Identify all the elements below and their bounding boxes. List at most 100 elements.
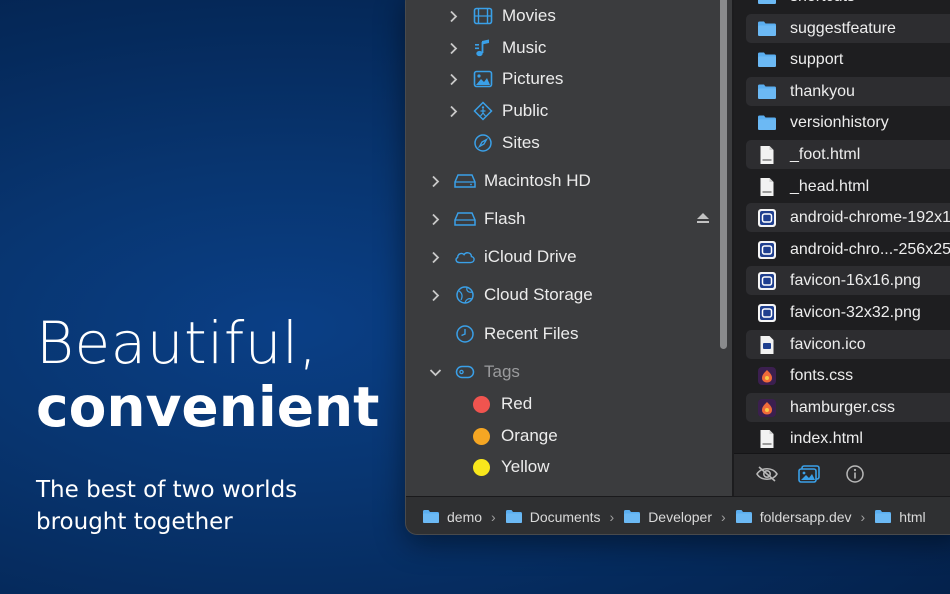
music-note-icon: [472, 37, 494, 59]
chevron-right-icon[interactable]: [428, 174, 442, 188]
file-name: versionhistory: [790, 113, 889, 131]
file-row[interactable]: favicon-16x16.png: [746, 266, 950, 295]
html-file-icon: [757, 177, 777, 197]
chevron-right-icon: ›: [721, 508, 726, 525]
sidebar-item-label: Music: [502, 38, 547, 57]
file-row[interactable]: versionhistory: [746, 108, 950, 137]
chevron-right-icon[interactable]: [428, 288, 442, 302]
sidebar-item-label: Cloud Storage: [484, 285, 593, 304]
tag-item-orange[interactable]: Orange: [473, 421, 673, 451]
tag-item-red[interactable]: Red: [473, 389, 673, 419]
breadcrumb-demo[interactable]: demo ›: [422, 509, 505, 525]
file-row[interactable]: suggestfeature: [746, 14, 950, 43]
breadcrumb-documents[interactable]: Documents ›: [505, 509, 623, 525]
file-name: suggestfeature: [790, 19, 896, 37]
tag-label: Orange: [501, 426, 558, 445]
sidebar-item-sites[interactable]: Sites: [446, 128, 706, 158]
chevron-right-icon: ›: [860, 508, 866, 525]
sidebar-item-public[interactable]: Public: [446, 96, 706, 126]
tag-color-dot: [473, 427, 490, 445]
html-file-icon: [757, 145, 777, 165]
chevron-right-icon[interactable]: [446, 72, 460, 86]
chevron-right-icon: ›: [609, 508, 615, 525]
chevron-right-icon: [446, 136, 460, 150]
sidebar-item-movies[interactable]: Movies: [446, 1, 706, 31]
file-row[interactable]: hamburger.css: [746, 393, 950, 422]
file-row[interactable]: _head.html: [746, 172, 950, 201]
file-name: _head.html: [790, 177, 870, 195]
file-row[interactable]: android-chrome-192x192.png: [746, 203, 950, 232]
breadcrumb-label: Developer: [648, 508, 713, 525]
folder-icon: [757, 113, 777, 133]
globe-icon: [454, 284, 476, 306]
eject-icon[interactable]: [696, 209, 710, 229]
chevron-right-icon[interactable]: [446, 9, 460, 23]
hero-subtitle: The best of two worlds brought together: [36, 477, 298, 535]
file-name: shortcuts: [790, 0, 855, 6]
file-name: fonts.css: [790, 366, 854, 384]
sidebar-item-flash[interactable]: Flash: [428, 204, 709, 234]
film-icon: [472, 5, 494, 27]
info-icon: [845, 464, 865, 489]
sidebar-item-label: Macintosh HD: [484, 171, 591, 190]
folder-icon: [735, 509, 753, 524]
folder-icon: [757, 19, 777, 39]
info-button[interactable]: [842, 463, 868, 489]
preview-icon: [797, 464, 821, 489]
breadcrumb-label: html: [899, 508, 926, 525]
sidebar-item-recent-files[interactable]: Recent Files: [428, 319, 706, 349]
compass-icon: [472, 132, 494, 154]
chevron-right-icon[interactable]: [446, 41, 460, 55]
file-row[interactable]: android-chro...-256x256.png: [746, 235, 950, 264]
file-row[interactable]: _foot.html: [746, 140, 950, 169]
hard-drive-icon: [454, 170, 476, 192]
file-row[interactable]: fonts.css: [746, 361, 950, 390]
file-name: favicon-16x16.png: [790, 271, 921, 289]
file-name: index.html: [790, 429, 863, 447]
file-row[interactable]: thankyou: [746, 77, 950, 106]
file-name: android-chrome-192x192.png: [790, 208, 950, 226]
file-name: hamburger.css: [790, 398, 895, 416]
sidebar-item-icloud-drive[interactable]: iCloud Drive: [428, 242, 706, 272]
file-row[interactable]: shortcuts: [746, 0, 950, 11]
chevron-right-icon[interactable]: [446, 104, 460, 118]
folder-icon: [505, 509, 523, 524]
file-name: thankyou: [790, 82, 855, 100]
html-file-icon: [757, 429, 777, 449]
hero-text: Beautiful, convenient The best of two wo…: [36, 312, 396, 538]
breadcrumb-label: demo: [447, 508, 483, 525]
sidebar-item-label: Pictures: [502, 69, 564, 88]
file-row[interactable]: index.html: [746, 424, 950, 453]
preview-toggle-button[interactable]: [796, 463, 822, 489]
folder-icon: [874, 509, 892, 524]
breadcrumb-label: foldersapp.dev: [759, 508, 852, 525]
breadcrumb-foldersapp-dev[interactable]: foldersapp.dev ›: [735, 509, 875, 525]
folder-icon: [757, 82, 777, 102]
folder-icon: [422, 509, 440, 524]
finder-window: Movies Music Pictures Public Sites Macintosh …: [405, 0, 950, 535]
file-row[interactable]: favicon.ico: [746, 330, 950, 359]
sidebar-item-pictures[interactable]: Pictures: [446, 64, 706, 94]
chevron-down-icon[interactable]: [428, 365, 442, 379]
breadcrumb-label: Documents: [529, 508, 601, 525]
chevron-right-icon[interactable]: [428, 250, 442, 264]
bottom-toolbar: [734, 453, 950, 496]
hidden-files-toggle-button[interactable]: [754, 463, 780, 489]
sidebar-item-label: iCloud Drive: [484, 247, 577, 266]
sidebar-item-label: Flash: [484, 209, 526, 228]
sidebar-scroll-thumb[interactable]: [720, 0, 727, 349]
public-folder-icon: [472, 100, 494, 122]
breadcrumb-html[interactable]: html: [874, 508, 926, 525]
folder-icon: [757, 0, 777, 7]
sidebar-section-tags[interactable]: Tags: [428, 357, 706, 387]
sidebar-item-macintosh-hd[interactable]: Macintosh HD: [428, 166, 706, 196]
sidebar-scrollbar[interactable]: [718, 0, 728, 351]
sidebar-item-cloud-storage[interactable]: Cloud Storage: [428, 280, 706, 310]
chevron-right-icon[interactable]: [428, 212, 442, 226]
file-row[interactable]: favicon-32x32.png: [746, 298, 950, 327]
sidebar-item-music[interactable]: Music: [446, 33, 706, 63]
breadcrumb-developer[interactable]: Developer ›: [623, 509, 735, 525]
tag-icon: [454, 361, 476, 383]
file-row[interactable]: support: [746, 45, 950, 74]
tag-item-yellow[interactable]: Yellow: [473, 452, 673, 482]
